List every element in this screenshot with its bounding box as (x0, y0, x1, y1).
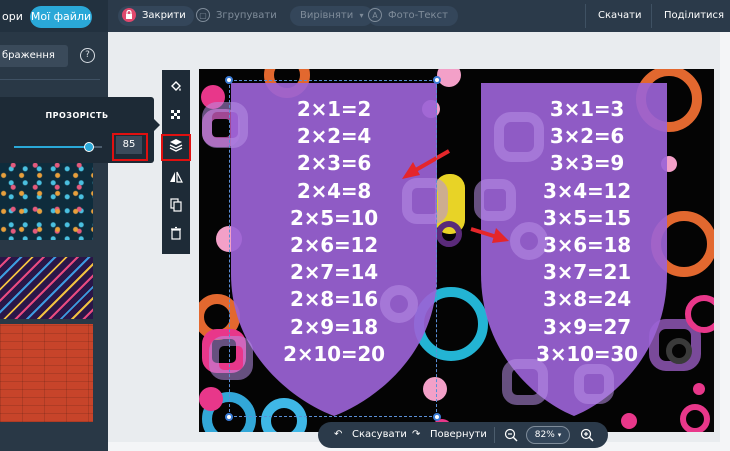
chevron-down-icon: ▾ (359, 11, 364, 20)
resize-handle[interactable] (225, 413, 233, 421)
background-thumbnail[interactable] (0, 152, 93, 240)
flip-icon[interactable] (162, 164, 190, 190)
help-icon[interactable]: ? (80, 48, 95, 63)
align-label: Вирівняти (300, 10, 354, 21)
vertical-scrollbar[interactable] (720, 32, 730, 451)
equation-line: 3×4=12 (543, 178, 631, 203)
tab-my-files[interactable]: Мої файли (30, 6, 92, 28)
resize-handle[interactable] (225, 76, 233, 84)
top-toolbar: ори Мої файли Закрити ▢ Згрупувати Вирівн… (0, 0, 730, 32)
selection-box[interactable] (229, 80, 437, 417)
photo-text-button[interactable]: A Фото-Текст (368, 6, 458, 26)
equation-line: 3×8=24 (543, 287, 631, 312)
zoom-value: 82% (534, 430, 555, 440)
toolbar-divider (585, 4, 586, 28)
equation-line: 3×5=15 (543, 205, 631, 230)
sidebar-divider (0, 79, 100, 80)
align-dropdown[interactable]: Вирівняти ▾ (290, 6, 374, 26)
equation-line: 3×9=27 (543, 314, 631, 339)
equation-line: 3×2=6 (549, 124, 625, 149)
equation-line: 3×6=18 (543, 233, 631, 258)
resize-handle[interactable] (433, 413, 441, 421)
redo-button[interactable]: Повернути (430, 426, 487, 444)
zoom-out-icon[interactable] (504, 426, 518, 444)
group-label: Згрупувати (216, 10, 277, 21)
left-sidebar: браження ? (0, 32, 108, 451)
lock-icon (122, 8, 136, 22)
fill-bucket-icon[interactable] (162, 74, 190, 100)
element-tool-strip (162, 70, 190, 254)
trash-icon[interactable] (162, 220, 190, 246)
photo-text-label: Фото-Текст (388, 10, 448, 21)
undo-icon[interactable]: ↶ (334, 426, 342, 444)
equation-line: 3×3=9 (549, 151, 625, 176)
chevron-down-icon: ▾ (557, 431, 562, 439)
bar-divider (494, 427, 495, 443)
text-circle-icon: A (368, 8, 382, 22)
slider-thumb[interactable] (83, 142, 94, 152)
value-highlight (112, 133, 148, 161)
zoom-select[interactable]: 82% ▾ (526, 426, 570, 444)
equation-line: 3×7=21 (543, 260, 631, 285)
sidebar-search-input[interactable]: браження (0, 45, 68, 67)
tab-previous[interactable]: ори (0, 7, 23, 27)
transparency-icon[interactable] (162, 102, 190, 128)
bottom-controls: ↶ Скасувати ↷ Повернути 82% ▾ (318, 422, 608, 448)
background-thumbnail[interactable] (0, 257, 93, 319)
background-thumbnail[interactable] (0, 324, 93, 422)
transparency-title: ПРОЗОРІСТЬ (45, 111, 109, 120)
resize-handle[interactable] (433, 76, 441, 84)
close-label: Закрити (142, 10, 186, 21)
equation-line: 3×10=30 (536, 341, 638, 366)
top-left-tabs: ори Мої файли (0, 0, 108, 32)
share-button[interactable]: Поділитися (664, 6, 724, 26)
undo-button[interactable]: Скасувати (352, 426, 407, 444)
close-lock-button[interactable]: Закрити (118, 6, 194, 26)
redo-icon[interactable]: ↷ (412, 426, 420, 444)
layers-highlight (161, 134, 191, 161)
group-icon: ▢ (196, 8, 210, 22)
slider-fill (14, 146, 89, 148)
equation-line: 3×1=3 (549, 97, 625, 121)
multiplication-table-3[interactable]: 3×1=3 3×2=6 3×3=9 3×4=12 3×5=15 3×6=18 3… (517, 96, 657, 368)
copy-icon[interactable] (162, 192, 190, 218)
transparency-slider[interactable] (14, 142, 102, 152)
toolbar-divider (651, 4, 652, 28)
download-button[interactable]: Скачати (598, 6, 642, 26)
group-button[interactable]: ▢ Згрупувати (196, 6, 277, 26)
zoom-in-icon[interactable] (580, 426, 594, 444)
